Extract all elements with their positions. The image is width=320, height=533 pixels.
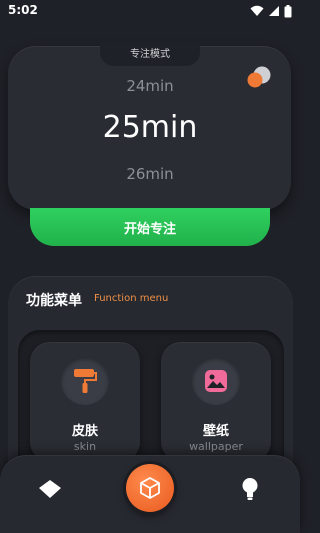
nav-idea-button[interactable] (236, 475, 264, 503)
status-time: 5:02 (8, 3, 38, 17)
bulb-icon (242, 478, 258, 500)
image-icon (205, 370, 227, 392)
paint-roller-icon (74, 369, 97, 393)
menu-item-label: 皮肤 (71, 424, 98, 439)
menu-item-sublabel: wallpaper (189, 440, 243, 453)
wallpaper-icon-wrap (192, 357, 240, 405)
focus-mode-label: 专注模式 (100, 42, 200, 66)
menu-item-label: 壁纸 (202, 424, 229, 439)
home-icon (39, 480, 61, 498)
wifi-icon (250, 5, 264, 16)
cube-icon (140, 477, 160, 499)
menu-item-wallpaper[interactable]: 壁纸 wallpaper (161, 342, 271, 462)
time-option-current[interactable]: 25min (0, 110, 300, 145)
function-menu-subtitle: Function menu (94, 293, 169, 304)
skin-icon-wrap (61, 357, 109, 405)
nav-home-button[interactable] (36, 475, 64, 503)
time-option-prev[interactable]: 24min (0, 77, 300, 95)
menu-item-skin[interactable]: 皮肤 skin (30, 342, 140, 462)
signal-icon (269, 6, 279, 16)
start-focus-button[interactable]: 开始专注 (30, 208, 270, 246)
time-option-next[interactable]: 26min (0, 165, 300, 183)
status-bar: 5:02 (0, 0, 300, 22)
status-icons (250, 4, 292, 18)
function-menu-title: 功能菜单 (26, 293, 82, 309)
menu-item-sublabel: skin (73, 440, 97, 453)
nav-focus-button[interactable] (126, 464, 174, 512)
battery-icon (284, 4, 292, 17)
